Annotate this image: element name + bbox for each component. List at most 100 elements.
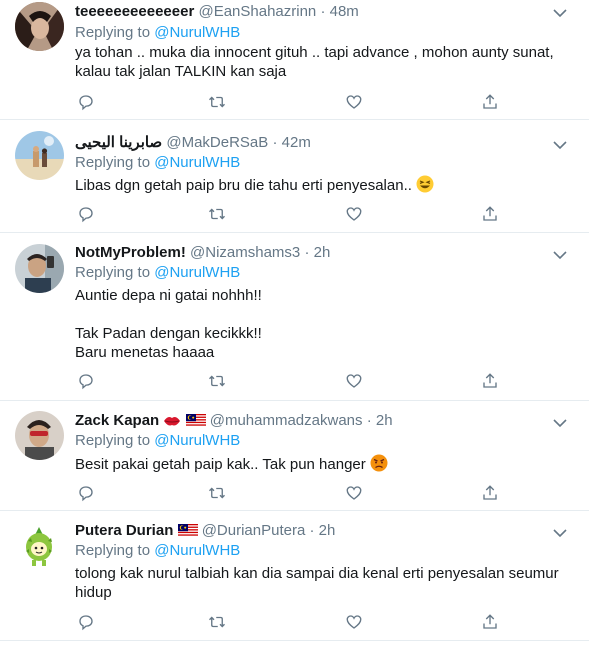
tweet-header: Putera Durian @DurianPutera · 2h [75,521,547,541]
share-icon[interactable] [479,482,501,504]
tweet-text-line: Tak Padan dengan kecikkk!! [75,325,262,342]
retweet-icon[interactable] [206,370,228,392]
tweet-text: Libas dgn getah paip bru die tahu erti p… [75,175,567,195]
like-icon[interactable] [343,611,365,633]
reply-icon[interactable] [75,611,97,633]
display-name[interactable]: NotMyProblem! [75,244,186,261]
replying-to-label: Replying to [75,24,151,41]
tweet-actions [75,370,577,392]
avatar[interactable] [15,411,64,460]
replying-to: Replying to @NurulWHB [75,263,240,283]
tweet-actions [75,482,577,504]
replying-to: Replying to @NurulWHB [75,23,240,43]
user-handle[interactable]: @MakDeRSaB [166,134,268,151]
tweet-text-line: tolong kak nurul talbiah kan dia sampai … [75,565,559,582]
replying-to: Replying to @NurulWHB [75,541,240,561]
separator-dot: · [309,522,315,539]
share-icon[interactable] [479,611,501,633]
tweet[interactable]: Putera Durian @DurianPutera · 2h Replyin… [0,511,589,641]
reply-icon[interactable] [75,203,97,225]
display-name[interactable]: Putera Durian [75,522,173,539]
chevron-down-icon[interactable] [553,415,567,432]
tweet-header: teeeeeeeeeeeeer @EanShahazrinn · 48m [75,2,547,22]
replying-to-label: Replying to [75,542,151,559]
tweet-text-line: ya tohan .. muka dia innocent gituh .. t… [75,44,554,61]
share-icon[interactable] [479,91,501,113]
tweet[interactable]: Zack Kapan @muhammadzakwans · 2h Replyin… [0,401,589,511]
reply-icon[interactable] [75,482,97,504]
retweet-icon[interactable] [206,203,228,225]
tweet-actions [75,203,577,225]
display-name[interactable]: صابرينا اليحيى [75,134,162,151]
chevron-down-icon[interactable] [553,137,567,154]
malaysia-flag-icon [185,413,206,433]
tweet[interactable]: صابرينا اليحيى @MakDeRSaB · 42m Replying… [0,120,589,233]
avatar[interactable] [15,521,64,570]
lips-emoji-icon [163,413,181,433]
replying-to: Replying to @NurulWHB [75,431,240,451]
chevron-down-icon[interactable] [553,525,567,542]
tweet-text-line: Besit pakai getah paip kak.. Tak pun han… [75,456,366,473]
tweet-text-line: hidup [75,584,112,601]
tweet[interactable]: teeeeeeeeeeeeer @EanShahazrinn · 48m Rep… [0,0,589,120]
tweet-text-line: Libas dgn getah paip bru die tahu erti p… [75,177,412,194]
user-handle[interactable]: @Nizamshams3 [190,244,300,261]
reply-mention-link[interactable]: @NurulWHB [154,542,240,559]
like-icon[interactable] [343,91,365,113]
retweet-icon[interactable] [206,611,228,633]
timestamp[interactable]: 42m [282,134,311,151]
tweet-actions [75,91,577,113]
user-handle[interactable]: @muhammadzakwans [210,412,363,429]
like-icon[interactable] [343,370,365,392]
timestamp[interactable]: 2h [319,522,336,539]
display-name[interactable]: teeeeeeeeeeeeer [75,3,194,20]
like-icon[interactable] [343,203,365,225]
chevron-down-icon[interactable] [553,247,567,264]
retweet-icon[interactable] [206,91,228,113]
tweet-text-line [75,305,567,324]
replying-to-label: Replying to [75,432,151,449]
tweet-text: Auntie depa ni gatai nohhh!! Tak Padan d… [75,286,567,362]
like-icon[interactable] [343,482,365,504]
replying-to-label: Replying to [75,264,151,281]
separator-dot: · [366,412,372,429]
tweet-text-line: Auntie depa ni gatai nohhh!! [75,287,262,304]
tweet[interactable]: NotMyProblem! @Nizamshams3 · 2h Replying… [0,233,589,401]
reply-icon[interactable] [75,370,97,392]
tweet-actions [75,611,577,633]
tweet-text: tolong kak nurul talbiah kan dia sampai … [75,564,567,602]
avatar[interactable] [15,244,64,293]
user-handle[interactable]: @EanShahazrinn [198,3,316,20]
tweet-text-line: kalau tak jalan TALKIN kan saja [75,63,287,80]
tweet-header: صابرينا اليحيى @MakDeRSaB · 42m [75,133,547,153]
separator-dot: · [304,244,310,261]
share-icon[interactable] [479,370,501,392]
avatar[interactable] [15,131,64,180]
reply-mention-link[interactable]: @NurulWHB [154,24,240,41]
replying-to: Replying to @NurulWHB [75,153,240,173]
share-icon[interactable] [479,203,501,225]
separator-dot: · [272,134,278,151]
reply-icon[interactable] [75,91,97,113]
timestamp[interactable]: 2h [314,244,331,261]
avatar[interactable] [15,2,64,51]
angry-face-icon [370,454,388,472]
tweet-header: NotMyProblem! @Nizamshams3 · 2h [75,243,547,263]
retweet-icon[interactable] [206,482,228,504]
tweet-text: ya tohan .. muka dia innocent gituh .. t… [75,43,567,81]
chevron-down-icon[interactable] [553,5,567,22]
replying-to-label: Replying to [75,154,151,171]
user-handle[interactable]: @DurianPutera [202,522,306,539]
malaysia-flag-icon [177,523,198,543]
reply-mention-link[interactable]: @NurulWHB [154,154,240,171]
tweet-thread: teeeeeeeeeeeeer @EanShahazrinn · 48m Rep… [0,0,589,653]
tweet-text: Besit pakai getah paip kak.. Tak pun han… [75,454,567,474]
timestamp[interactable]: 48m [330,3,359,20]
display-name[interactable]: Zack Kapan [75,412,159,429]
reply-mention-link[interactable]: @NurulWHB [154,432,240,449]
separator-dot: · [320,3,326,20]
tweet-text-line: Baru menetas haaaa [75,344,215,361]
tweet-header: Zack Kapan @muhammadzakwans · 2h [75,411,547,431]
reply-mention-link[interactable]: @NurulWHB [154,264,240,281]
timestamp[interactable]: 2h [376,412,393,429]
